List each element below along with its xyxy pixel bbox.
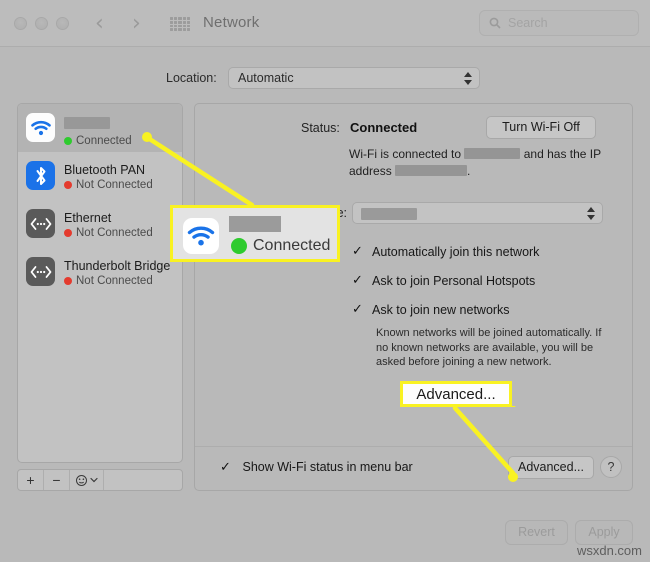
page-title: Network — [203, 14, 260, 31]
network-services-list: Connected Bluetooth PAN Not Connected Et… — [18, 104, 182, 296]
status-dot-green — [64, 137, 72, 145]
chevron-updown-icon — [587, 206, 596, 221]
window-titlebar: ‹ › Network Search — [0, 0, 650, 47]
checkbox-label: Automatically join this network — [372, 245, 540, 259]
remove-service-button[interactable]: − — [44, 470, 70, 490]
search-input[interactable]: Search — [479, 10, 639, 36]
minimize-button[interactable] — [35, 17, 48, 30]
detail-bottom-bar: ✓ Show Wi-Fi status in menu bar Advanced… — [195, 446, 632, 490]
network-name-select[interactable] — [352, 202, 603, 224]
check-icon: ✓ — [352, 302, 363, 317]
ethernet-icon — [26, 209, 55, 238]
callout-advanced: Advanced... — [400, 381, 512, 407]
status-text: Not Connected — [76, 275, 153, 287]
watermark: wsxdn.com — [576, 543, 642, 558]
callout-status-text: Connected — [253, 237, 331, 254]
turn-wifi-off-button[interactable]: Turn Wi-Fi Off — [486, 116, 596, 139]
location-label: Location: — [166, 71, 217, 85]
search-icon — [489, 17, 501, 29]
sidebar-item-ethernet[interactable]: Ethernet Not Connected — [18, 200, 182, 248]
help-button[interactable]: ? — [600, 456, 622, 478]
add-service-button[interactable]: + — [18, 470, 44, 490]
checkbox-label: Ask to join new networks — [372, 303, 510, 317]
search-placeholder: Search — [508, 16, 548, 30]
status-dot-red — [64, 229, 72, 237]
network-preferences-window: ‹ › Network Search Location: Automatic C… — [0, 0, 650, 562]
revert-button[interactable]: Revert — [505, 520, 568, 545]
status-text: Not Connected — [76, 227, 153, 239]
checkbox-show-wifi-status[interactable]: ✓ Show Wi-Fi status in menu bar — [220, 460, 413, 474]
sidebar-item-label: Ethernet — [64, 211, 112, 225]
sidebar-item-label: Thunderbolt Bridge — [64, 259, 171, 273]
traffic-lights — [14, 17, 69, 30]
status-dot-red — [64, 277, 72, 285]
sidebar-item-status: Connected — [64, 134, 182, 149]
sidebar-item-text: Thunderbolt Bridge Not Connected — [64, 253, 182, 289]
status-label: Status: — [301, 121, 340, 135]
status-text: Not Connected — [76, 179, 153, 191]
period: . — [467, 164, 471, 178]
sidebar-item-status: Not Connected — [64, 226, 182, 241]
check-icon: ✓ — [352, 273, 363, 288]
wifi-icon — [183, 218, 219, 254]
check-icon: ✓ — [352, 244, 363, 259]
network-services-sidebar[interactable]: Connected Bluetooth PAN Not Connected Et… — [17, 103, 183, 463]
sidebar-item-text: Ethernet Not Connected — [64, 205, 182, 241]
status-description: Wi-Fi is connected to and has the IP add… — [349, 146, 609, 180]
sidebar-item-status: Not Connected — [64, 274, 182, 289]
zoom-button[interactable] — [56, 17, 69, 30]
service-actions-button[interactable] — [70, 470, 104, 490]
sidebar-toolbar: + − — [17, 469, 183, 491]
sidebar-item-bluetooth-pan[interactable]: Bluetooth PAN Not Connected — [18, 152, 182, 200]
close-button[interactable] — [14, 17, 27, 30]
chevron-updown-icon — [464, 71, 473, 86]
checkbox-ask-new-networks[interactable]: ✓ Ask to join new networks — [352, 303, 510, 317]
status-text: Connected — [76, 135, 132, 147]
status-dot-green — [231, 238, 247, 254]
location-value: Automatic — [238, 71, 294, 85]
wifi-detail-panel: Status: Connected Turn Wi-Fi Off Wi-Fi i… — [194, 103, 633, 491]
callout-ssid-redacted — [229, 216, 281, 232]
sidebar-item-text: Connected — [64, 109, 182, 149]
checkbox-label: Ask to join Personal Hotspots — [372, 274, 536, 288]
chevron-left-icon[interactable]: ‹ — [95, 12, 104, 36]
status-desc-middle: and has the IP — [523, 147, 601, 161]
grid-apps-icon[interactable] — [170, 17, 190, 31]
sidebar-item-status: Not Connected — [64, 178, 182, 193]
redacted-ip — [395, 165, 468, 176]
sidebar-item-label: Bluetooth PAN — [64, 163, 146, 177]
check-icon: ✓ — [220, 460, 231, 475]
ethernet-icon — [26, 257, 55, 286]
checkbox-note: Known networks will be joined automatica… — [376, 327, 602, 368]
network-name-value-redacted — [361, 208, 417, 220]
wifi-icon — [26, 113, 55, 142]
callout-connected: Connected — [170, 205, 340, 262]
sidebar-item-label-redacted — [64, 117, 110, 129]
checkbox-label: Show Wi-Fi status in menu bar — [242, 460, 413, 474]
chevron-down-icon — [90, 477, 98, 483]
bluetooth-icon — [26, 161, 55, 190]
gear-icon — [76, 474, 87, 486]
chevron-right-icon[interactable]: › — [132, 12, 141, 36]
checkbox-auto-join[interactable]: ✓ Automatically join this network — [352, 245, 539, 259]
checkbox-ask-personal-hotspots[interactable]: ✓ Ask to join Personal Hotspots — [352, 274, 535, 288]
redacted-ssid — [464, 148, 521, 159]
toolbar-filler — [104, 470, 182, 490]
sidebar-item-text: Bluetooth PAN Not Connected — [64, 157, 182, 193]
advanced-button[interactable]: Advanced... — [508, 456, 594, 479]
apply-button[interactable]: Apply — [575, 520, 633, 545]
location-row: Location: Automatic — [0, 66, 650, 94]
status-dot-red — [64, 181, 72, 189]
location-select[interactable]: Automatic — [228, 67, 480, 89]
status-desc-suffix: address — [349, 164, 392, 178]
status-desc-prefix: Wi-Fi is connected to — [349, 147, 462, 161]
sidebar-item-thunderbolt-bridge[interactable]: Thunderbolt Bridge Not Connected — [18, 248, 182, 296]
status-value: Connected — [350, 120, 418, 135]
sidebar-item-wifi[interactable]: Connected — [18, 104, 182, 152]
